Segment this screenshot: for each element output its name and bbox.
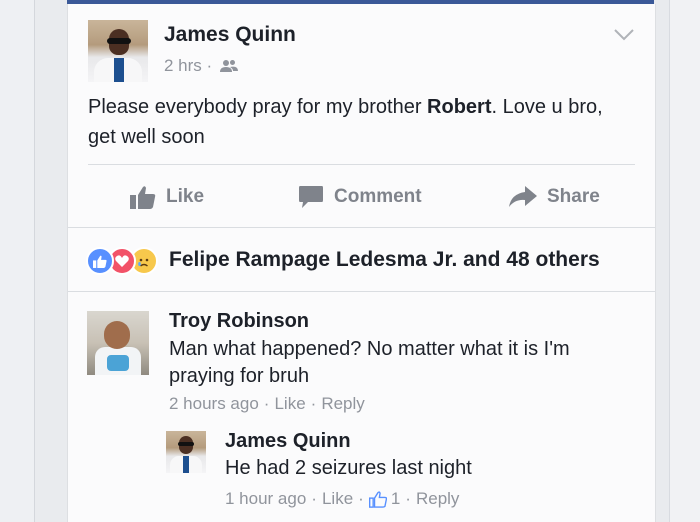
comment-text: Man what happened? No matter what it is …	[169, 338, 570, 387]
comment-button[interactable]: Comment	[298, 182, 422, 212]
divider	[68, 291, 655, 292]
post-text-bold-name[interactable]: Robert	[427, 96, 491, 118]
comment-author-name[interactable]: Troy Robinson	[169, 310, 309, 333]
share-arrow-icon	[509, 186, 537, 207]
friends-audience-icon[interactable]	[219, 59, 238, 73]
like-button[interactable]: Like	[130, 182, 204, 212]
left-sidebar-edge	[0, 0, 35, 522]
thumbs-up-icon	[130, 186, 156, 209]
meta-separator: ·	[311, 489, 317, 508]
comment-button-label: Comment	[334, 186, 422, 207]
meta-separator: ·	[405, 489, 411, 508]
reply-meta: 1 hour ago · Like · 1 · Reply	[225, 489, 459, 509]
commenter-avatar[interactable]	[87, 311, 149, 375]
like-reaction-icon	[86, 247, 114, 275]
reply-text: He had 2 seizures last night	[225, 457, 472, 479]
meta-separator: ·	[206, 56, 213, 75]
comment-like-link[interactable]: Like	[274, 394, 305, 414]
share-button[interactable]: Share	[509, 182, 600, 212]
reaction-icons[interactable]	[86, 246, 158, 276]
thumbs-up-outline-icon	[368, 490, 387, 508]
share-button-label: Share	[547, 186, 600, 207]
post-author-name[interactable]: James Quinn	[164, 23, 296, 47]
post-body: Please everybody pray for my brother Rob…	[88, 92, 633, 152]
divider	[68, 227, 655, 228]
meta-separator: ·	[358, 489, 364, 508]
post-card: James Quinn 2 hrs · Please everybody pra…	[67, 4, 656, 522]
comment-timestamp[interactable]: 2 hours ago	[169, 394, 259, 414]
meta-separator: ·	[263, 394, 270, 413]
comment-reply-link[interactable]: Reply	[321, 394, 364, 414]
chevron-down-icon[interactable]	[613, 28, 635, 42]
reply-reply-link[interactable]: Reply	[416, 489, 459, 509]
post-timestamp[interactable]: 2 hrs	[164, 56, 202, 75]
reply-timestamp[interactable]: 1 hour ago	[225, 489, 306, 509]
post-meta: 2 hrs ·	[164, 56, 238, 76]
meta-separator: ·	[310, 394, 317, 413]
post-text-start: Please everybody pray for my brother	[88, 96, 428, 118]
author-avatar[interactable]	[88, 20, 148, 82]
reactions-summary[interactable]: Felipe Rampage Ledesma Jr. and 48 others	[169, 248, 600, 272]
reply-author-name[interactable]: James Quinn	[225, 430, 351, 453]
comment-bubble-icon	[299, 186, 323, 208]
right-sidebar-edge	[669, 0, 700, 522]
reply-like-count[interactable]: 1	[391, 489, 400, 509]
reply-author-avatar[interactable]	[166, 431, 206, 473]
comment-meta: 2 hours ago · Like · Reply	[169, 394, 365, 414]
like-button-label: Like	[166, 186, 205, 207]
divider	[88, 164, 635, 165]
reply-like-link[interactable]: Like	[322, 489, 353, 509]
